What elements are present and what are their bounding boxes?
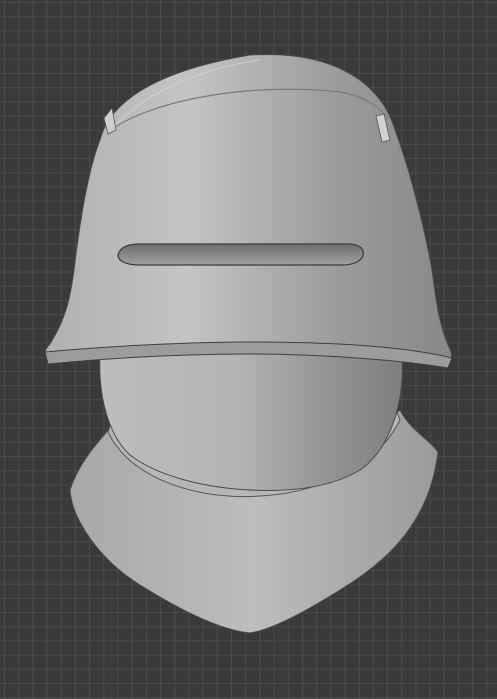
skull-dome[interactable] [44,53,453,366]
helmet-model[interactable] [0,0,497,699]
eye-slit[interactable] [117,243,364,266]
3d-viewport[interactable] [0,0,497,699]
